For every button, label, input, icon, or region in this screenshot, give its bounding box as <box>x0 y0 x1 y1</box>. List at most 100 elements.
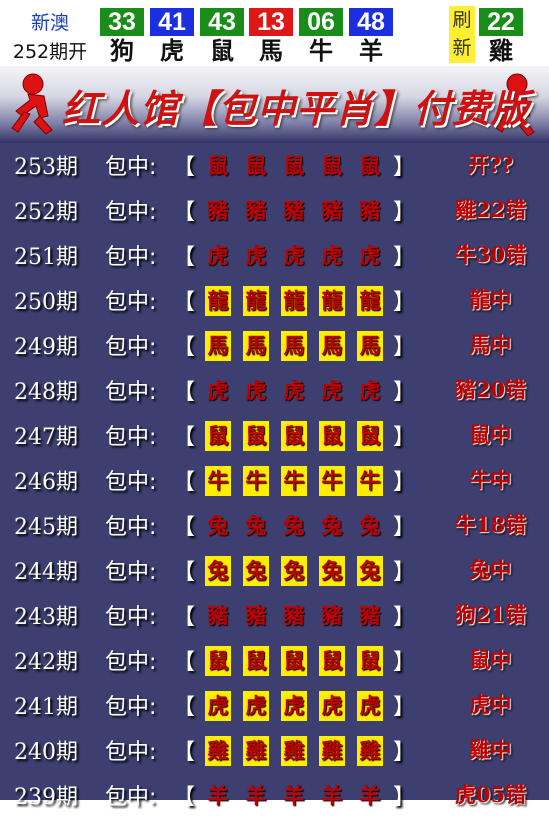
prediction-row: 245期 包中: 【兔兔兔兔兔】牛18错 <box>0 503 549 548</box>
zodiac-group: 豬豬豬豬豬 <box>205 601 385 631</box>
period-number: 239期 <box>14 785 78 810</box>
period-number: 247期 <box>14 425 78 450</box>
title-banner: 红人馆【包中平肖】付费版 <box>0 66 549 143</box>
close-bracket: 】 <box>393 155 416 180</box>
zodiac-pick: 雞 <box>281 736 307 766</box>
zodiac-pick: 豬 <box>321 604 343 628</box>
number-ball: 41 虎 <box>150 8 194 66</box>
prediction-row: 239期 包中: 【羊羊羊羊羊】虎05错 <box>0 773 549 818</box>
prediction-label: 包中: <box>105 560 157 585</box>
result-status: 开?? <box>467 152 514 177</box>
period-number: 251期 <box>14 245 78 270</box>
zodiac-pick: 龍 <box>281 286 307 316</box>
period-number: 252期 <box>14 200 78 225</box>
prediction-row: 240期 包中: 【雞雞雞雞雞】雞中 <box>0 728 549 773</box>
prediction-row: 247期 包中: 【鼠鼠鼠鼠鼠】鼠中 <box>0 413 549 458</box>
open-bracket: 【 <box>173 515 196 540</box>
zodiac-pick: 虎 <box>319 691 345 721</box>
number-ball-value: 41 <box>150 8 194 36</box>
open-bracket: 【 <box>173 245 196 270</box>
zodiac-pick: 虎 <box>207 379 229 403</box>
zodiac-pick: 馬 <box>319 331 345 361</box>
number-ball: 48 羊 <box>349 8 393 66</box>
zodiac-pick: 虎 <box>359 379 381 403</box>
prediction-row: 241期 包中: 【虎虎虎虎虎】虎中 <box>0 683 549 728</box>
prediction-row: 250期 包中: 【龍龍龍龍龍】龍中 <box>0 278 549 323</box>
zodiac-pick: 牛 <box>281 466 307 496</box>
prediction-row: 242期 包中: 【鼠鼠鼠鼠鼠】鼠中 <box>0 638 549 683</box>
zodiac-pick: 羊 <box>359 784 381 808</box>
zodiac-pick: 豬 <box>283 604 305 628</box>
zodiac-pick: 牛 <box>205 466 231 496</box>
open-bracket: 【 <box>173 425 196 450</box>
zodiac-pick: 鼠 <box>281 646 307 676</box>
close-bracket: 】 <box>393 605 416 630</box>
period-number: 245期 <box>14 515 78 540</box>
zodiac-group: 虎虎虎虎虎 <box>205 241 385 271</box>
zodiac-pick: 豬 <box>283 199 305 223</box>
close-bracket: 】 <box>393 335 416 360</box>
number-ball-zodiac: 馬 <box>259 37 283 65</box>
zodiac-pick: 馬 <box>281 331 307 361</box>
zodiac-pick: 鼠 <box>205 421 231 451</box>
open-bracket: 【 <box>173 695 196 720</box>
zodiac-pick: 兔 <box>207 514 229 538</box>
zodiac-pick: 鼠 <box>243 646 269 676</box>
zodiac-pick: 羊 <box>321 784 343 808</box>
number-ball-zodiac: 狗 <box>110 37 134 65</box>
prediction-label: 包中: <box>105 290 157 315</box>
prediction-label: 包中: <box>105 605 157 630</box>
zodiac-pick: 鼠 <box>207 154 229 178</box>
period-number: 240期 <box>14 740 78 765</box>
open-bracket: 【 <box>173 380 196 405</box>
zodiac-pick: 豬 <box>321 199 343 223</box>
period-number: 244期 <box>14 560 78 585</box>
zodiac-group: 虎虎虎虎虎 <box>205 691 385 721</box>
number-ball: 43 鼠 <box>200 8 244 66</box>
close-bracket: 】 <box>393 470 416 495</box>
zodiac-pick: 鼠 <box>359 154 381 178</box>
open-bracket: 【 <box>173 740 196 765</box>
zodiac-group: 豬豬豬豬豬 <box>205 196 385 226</box>
zodiac-group: 鼠鼠鼠鼠鼠 <box>205 151 385 181</box>
zodiac-pick: 羊 <box>245 784 267 808</box>
number-ball: 13 馬 <box>249 8 293 66</box>
prediction-label: 包中: <box>105 335 157 360</box>
result-status: 牛中 <box>469 467 512 492</box>
result-status: 雞中 <box>469 737 512 762</box>
zodiac-group: 鼠鼠鼠鼠鼠 <box>205 646 385 676</box>
prediction-label: 包中: <box>105 155 157 180</box>
zodiac-pick: 雞 <box>357 736 383 766</box>
open-bracket: 【 <box>173 785 196 810</box>
result-status: 雞22错 <box>454 197 527 222</box>
zodiac-pick: 虎 <box>245 379 267 403</box>
zodiac-pick: 虎 <box>283 379 305 403</box>
period-number: 243期 <box>14 605 78 630</box>
draw-result-header: 新澳 252期开 33 狗 41 虎 43 鼠 13 馬 06 牛 48 羊 刷 新 22 雞 <box>0 0 549 66</box>
number-ball-zodiac: 虎 <box>160 37 184 65</box>
number-ball-value: 13 <box>249 8 293 36</box>
zodiac-pick: 兔 <box>283 514 305 538</box>
lottery-name: 新澳 <box>30 12 69 34</box>
zodiac-pick: 虎 <box>243 691 269 721</box>
zodiac-group: 牛牛牛牛牛 <box>205 466 385 496</box>
period-number: 248期 <box>14 380 78 405</box>
zodiac-pick: 豬 <box>207 604 229 628</box>
zodiac-pick: 鼠 <box>245 154 267 178</box>
prediction-label: 包中: <box>105 200 157 225</box>
number-ball-value: 33 <box>100 8 144 36</box>
banner-title: 红人馆【包中平肖】付费版 <box>62 86 531 131</box>
refresh-button[interactable]: 刷 新 <box>449 6 475 63</box>
zodiac-pick: 豬 <box>245 604 267 628</box>
number-ball: 33 狗 <box>100 8 144 66</box>
zodiac-pick: 鼠 <box>357 421 383 451</box>
zodiac-pick: 雞 <box>243 736 269 766</box>
zodiac-group: 兔兔兔兔兔 <box>205 511 385 541</box>
zodiac-pick: 鼠 <box>243 421 269 451</box>
special-number-value: 22 <box>479 8 523 36</box>
zodiac-pick: 牛 <box>357 466 383 496</box>
draw-period-label: 252期开 <box>12 41 88 63</box>
zodiac-pick: 兔 <box>321 514 343 538</box>
zodiac-pick: 龍 <box>319 286 345 316</box>
zodiac-pick: 兔 <box>245 514 267 538</box>
